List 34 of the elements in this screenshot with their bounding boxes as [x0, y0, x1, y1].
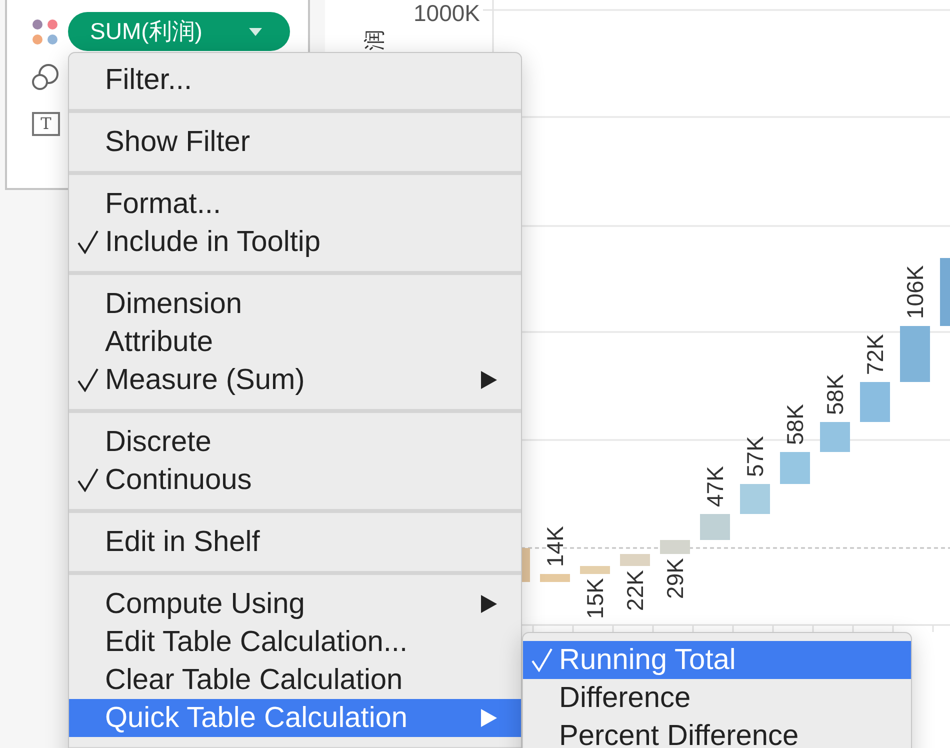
menu-item[interactable]: Continuous [69, 461, 521, 499]
bar-value-label: 47K [702, 466, 728, 507]
menu-item[interactable]: Measure (Sum) [69, 361, 521, 399]
bar-value-label: 58K [822, 374, 848, 415]
menu-item[interactable]: Show Filter [69, 123, 521, 161]
menu-item[interactable]: Difference [523, 679, 911, 717]
bar-value-label: 106K [902, 265, 928, 319]
bar-value-label: 14K [542, 526, 568, 567]
menu-item[interactable]: Compute Using [69, 585, 521, 623]
text-icon[interactable]: T [32, 112, 60, 136]
circles-icon[interactable] [32, 64, 59, 90]
four-dots-icon[interactable] [32, 18, 58, 44]
menu-item[interactable]: Percent Difference [523, 717, 911, 748]
bar-value-label: 15K [582, 578, 608, 619]
menu-item[interactable]: Edit in Shelf [69, 523, 521, 561]
y-axis-title: 润 [364, 30, 386, 50]
bar-value-label: 29K [662, 558, 688, 599]
bar-value-label: 22K [622, 570, 648, 611]
menu-item[interactable]: Discrete [69, 423, 521, 461]
menu-item[interactable]: Include in Tooltip [69, 223, 521, 261]
menu-item[interactable]: Quick Table Calculation [69, 699, 521, 737]
field-pill[interactable]: SUM(利润) [68, 12, 290, 51]
menu-item[interactable]: Dimension [69, 285, 521, 323]
menu-item[interactable]: Format... [69, 185, 521, 223]
y-axis-tick-label: 1000K [413, 0, 480, 26]
bar-value-label: 72K [862, 334, 888, 375]
menu-item[interactable]: Running Total [523, 641, 911, 679]
bar-value-label: 57K [742, 436, 768, 477]
caret-icon [249, 28, 262, 36]
bar-value-label: 58K [782, 404, 808, 445]
menu-item[interactable]: Attribute [69, 323, 521, 361]
menu-item[interactable]: Filter... [69, 61, 521, 99]
menu-item[interactable]: Clear Table Calculation [69, 661, 521, 699]
menu-item[interactable]: Edit Table Calculation... [69, 623, 521, 661]
